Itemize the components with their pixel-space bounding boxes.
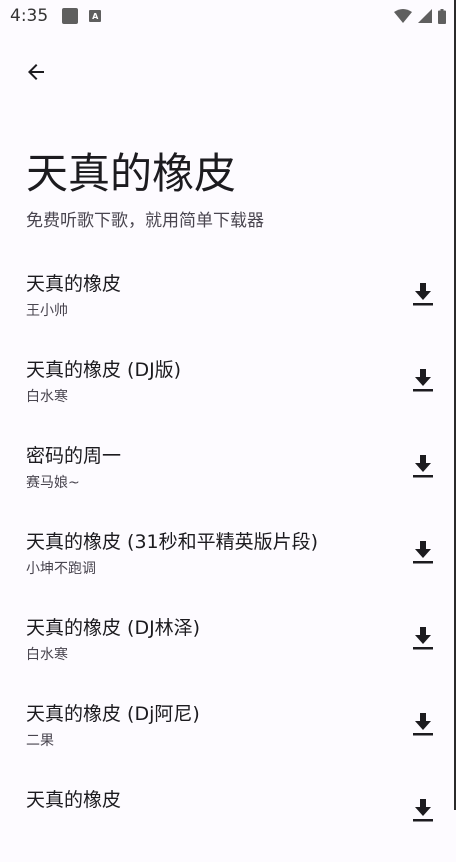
download-icon bbox=[413, 283, 433, 306]
song-title: 天真的橡皮 (31秒和平精英版片段) bbox=[26, 531, 319, 553]
download-button[interactable] bbox=[406, 708, 440, 742]
song-list: 天真的橡皮 王小帅 天真的橡皮 (DJ版) 白水寒 密码的周一 赛马娘~ 天真的… bbox=[0, 260, 456, 862]
download-icon bbox=[413, 713, 433, 736]
status-bar: 4:35 A bbox=[0, 0, 456, 32]
download-button[interactable] bbox=[406, 794, 440, 828]
status-icons bbox=[394, 8, 446, 24]
page-subtitle: 免费听歌下歌，就用简单下载器 bbox=[26, 211, 264, 231]
song-artist: 二果 bbox=[26, 733, 54, 749]
battery-icon bbox=[438, 8, 446, 24]
song-artist: 王小帅 bbox=[26, 303, 68, 319]
song-row[interactable]: 天真的橡皮 (31秒和平精英版片段) 小坤不跑调 bbox=[0, 518, 456, 604]
download-icon bbox=[413, 455, 433, 478]
song-title: 天真的橡皮 (Dj阿尼) bbox=[26, 703, 200, 725]
arrow-back-icon bbox=[28, 64, 44, 80]
page-title: 天真的橡皮 bbox=[26, 149, 237, 198]
download-button[interactable] bbox=[406, 536, 440, 570]
song-row[interactable]: 天真的橡皮 (DJ林泽) 白水寒 bbox=[0, 604, 456, 690]
download-button[interactable] bbox=[406, 450, 440, 484]
song-row[interactable]: 天真的橡皮 bbox=[0, 776, 456, 862]
download-button[interactable] bbox=[406, 364, 440, 398]
song-row[interactable]: 密码的周一 赛马娘~ bbox=[0, 432, 456, 518]
song-title: 天真的橡皮 bbox=[26, 273, 122, 295]
song-title: 密码的周一 bbox=[26, 445, 122, 467]
notification-a-icon: A bbox=[89, 10, 102, 22]
download-icon bbox=[413, 799, 433, 822]
song-artist: 小坤不跑调 bbox=[26, 561, 96, 577]
song-row[interactable]: 天真的橡皮 (Dj阿尼) 二果 bbox=[0, 690, 456, 776]
download-button[interactable] bbox=[406, 278, 440, 312]
song-row[interactable]: 天真的橡皮 (DJ版) 白水寒 bbox=[0, 346, 456, 432]
download-icon bbox=[413, 541, 433, 564]
notification-square-icon bbox=[62, 8, 79, 24]
song-row[interactable]: 天真的橡皮 王小帅 bbox=[0, 260, 456, 346]
download-icon bbox=[413, 627, 433, 650]
signal-icon bbox=[418, 9, 432, 23]
wifi-icon bbox=[394, 9, 412, 23]
song-artist: 白水寒 bbox=[26, 647, 68, 663]
download-icon bbox=[413, 369, 433, 392]
song-title: 天真的橡皮 (DJ版) bbox=[26, 359, 182, 381]
song-artist: 白水寒 bbox=[26, 389, 68, 405]
song-artist: 赛马娘~ bbox=[26, 475, 80, 491]
song-title: 天真的橡皮 (DJ林泽) bbox=[26, 617, 201, 639]
download-button[interactable] bbox=[406, 622, 440, 656]
status-time: 4:35 bbox=[10, 6, 49, 26]
back-button[interactable] bbox=[16, 52, 56, 92]
